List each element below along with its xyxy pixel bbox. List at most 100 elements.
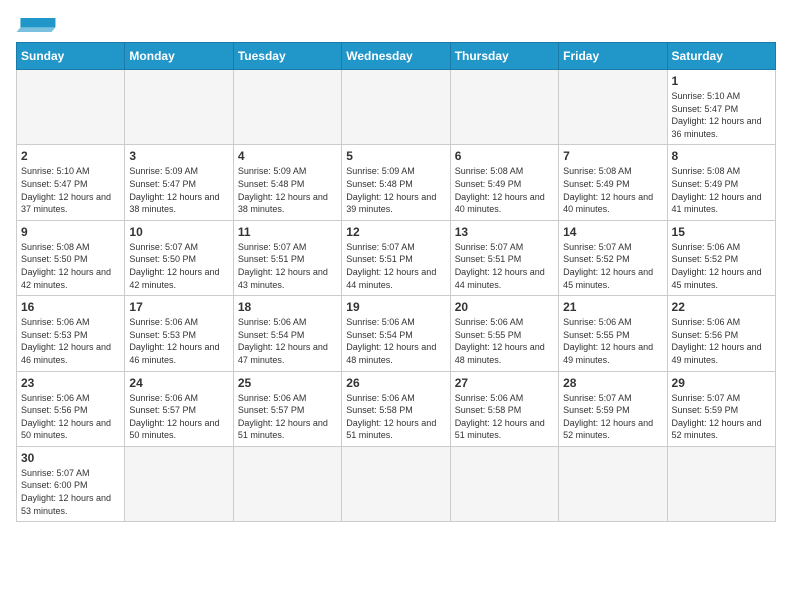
day-info: Sunrise: 5:06 AMSunset: 5:58 PMDaylight:…: [346, 392, 445, 442]
day-info: Sunrise: 5:06 AMSunset: 5:55 PMDaylight:…: [455, 316, 554, 366]
day-number: 9: [21, 225, 120, 239]
day-info: Sunrise: 5:06 AMSunset: 5:55 PMDaylight:…: [563, 316, 662, 366]
weekday-header: Wednesday: [342, 43, 450, 70]
day-info: Sunrise: 5:08 AMSunset: 5:49 PMDaylight:…: [672, 165, 771, 215]
day-number: 14: [563, 225, 662, 239]
day-number: 15: [672, 225, 771, 239]
day-number: 24: [129, 376, 228, 390]
weekday-header: Thursday: [450, 43, 558, 70]
day-number: 17: [129, 300, 228, 314]
calendar-cell: 10 Sunrise: 5:07 AMSunset: 5:50 PMDayligh…: [125, 220, 233, 295]
day-number: 6: [455, 149, 554, 163]
day-number: 21: [563, 300, 662, 314]
day-info: Sunrise: 5:07 AMSunset: 5:51 PMDaylight:…: [455, 241, 554, 291]
calendar-cell: 8 Sunrise: 5:08 AMSunset: 5:49 PMDaylight…: [667, 145, 775, 220]
day-info: Sunrise: 5:09 AMSunset: 5:48 PMDaylight:…: [238, 165, 337, 215]
day-number: 8: [672, 149, 771, 163]
calendar-cell: 26 Sunrise: 5:06 AMSunset: 5:58 PMDayligh…: [342, 371, 450, 446]
calendar-cell: 21 Sunrise: 5:06 AMSunset: 5:55 PMDayligh…: [559, 296, 667, 371]
calendar-cell: 27 Sunrise: 5:06 AMSunset: 5:58 PMDayligh…: [450, 371, 558, 446]
calendar-cell: 24 Sunrise: 5:06 AMSunset: 5:57 PMDayligh…: [125, 371, 233, 446]
day-info: Sunrise: 5:09 AMSunset: 5:48 PMDaylight:…: [346, 165, 445, 215]
day-number: 11: [238, 225, 337, 239]
calendar-cell: [667, 446, 775, 521]
day-info: Sunrise: 5:07 AMSunset: 5:59 PMDaylight:…: [672, 392, 771, 442]
calendar-cell: [125, 70, 233, 145]
calendar-cell: 5 Sunrise: 5:09 AMSunset: 5:48 PMDaylight…: [342, 145, 450, 220]
day-number: 23: [21, 376, 120, 390]
calendar-cell: [233, 70, 341, 145]
weekday-header: Friday: [559, 43, 667, 70]
day-info: Sunrise: 5:06 AMSunset: 5:56 PMDaylight:…: [672, 316, 771, 366]
calendar-row: 16Sunrise: 5:06 AMSunset: 5:53 PMDayligh…: [17, 296, 776, 371]
calendar-cell: 30 Sunrise: 5:07 AMSunset: 6:00 PMDayligh…: [17, 446, 125, 521]
day-info: Sunrise: 5:08 AMSunset: 5:49 PMDaylight:…: [455, 165, 554, 215]
day-number: 18: [238, 300, 337, 314]
day-number: 13: [455, 225, 554, 239]
calendar-cell: [450, 70, 558, 145]
calendar-cell: 25 Sunrise: 5:06 AMSunset: 5:57 PMDayligh…: [233, 371, 341, 446]
day-number: 25: [238, 376, 337, 390]
calendar-row: 1Sunrise: 5:10 AMSunset: 5:47 PMDaylight…: [17, 70, 776, 145]
calendar-cell: 2 Sunrise: 5:10 AMSunset: 5:47 PMDaylight…: [17, 145, 125, 220]
calendar-cell: [17, 70, 125, 145]
calendar-cell: 22 Sunrise: 5:06 AMSunset: 5:56 PMDayligh…: [667, 296, 775, 371]
weekday-header: Tuesday: [233, 43, 341, 70]
calendar-cell: 15 Sunrise: 5:06 AMSunset: 5:52 PMDayligh…: [667, 220, 775, 295]
day-info: Sunrise: 5:06 AMSunset: 5:54 PMDaylight:…: [238, 316, 337, 366]
day-info: Sunrise: 5:06 AMSunset: 5:54 PMDaylight:…: [346, 316, 445, 366]
day-number: 22: [672, 300, 771, 314]
day-number: 7: [563, 149, 662, 163]
calendar-cell: [342, 446, 450, 521]
day-info: Sunrise: 5:10 AMSunset: 5:47 PMDaylight:…: [21, 165, 120, 215]
page-header: [16, 16, 776, 32]
calendar-row: 2 Sunrise: 5:10 AMSunset: 5:47 PMDaylight…: [17, 145, 776, 220]
day-info: Sunrise: 5:07 AMSunset: 5:59 PMDaylight:…: [563, 392, 662, 442]
calendar-row: 23Sunrise: 5:06 AMSunset: 5:56 PMDayligh…: [17, 371, 776, 446]
day-number: 30: [21, 451, 120, 465]
calendar-cell: 29 Sunrise: 5:07 AMSunset: 5:59 PMDayligh…: [667, 371, 775, 446]
calendar-cell: 20 Sunrise: 5:06 AMSunset: 5:55 PMDayligh…: [450, 296, 558, 371]
calendar-cell: 1Sunrise: 5:10 AMSunset: 5:47 PMDaylight…: [667, 70, 775, 145]
day-info: Sunrise: 5:07 AMSunset: 6:00 PMDaylight:…: [21, 467, 120, 517]
day-info: Sunrise: 5:06 AMSunset: 5:52 PMDaylight:…: [672, 241, 771, 291]
logo: [16, 16, 56, 32]
day-number: 4: [238, 149, 337, 163]
day-info: Sunrise: 5:06 AMSunset: 5:53 PMDaylight:…: [21, 316, 120, 366]
calendar-cell: [233, 446, 341, 521]
calendar-cell: 6 Sunrise: 5:08 AMSunset: 5:49 PMDaylight…: [450, 145, 558, 220]
calendar-cell: 9Sunrise: 5:08 AMSunset: 5:50 PMDaylight…: [17, 220, 125, 295]
day-info: Sunrise: 5:06 AMSunset: 5:57 PMDaylight:…: [129, 392, 228, 442]
weekday-header: Monday: [125, 43, 233, 70]
calendar-cell: 16Sunrise: 5:06 AMSunset: 5:53 PMDayligh…: [17, 296, 125, 371]
day-number: 5: [346, 149, 445, 163]
day-number: 29: [672, 376, 771, 390]
day-number: 3: [129, 149, 228, 163]
logo-icon: [16, 18, 56, 32]
calendar-cell: [559, 446, 667, 521]
calendar-row: 9Sunrise: 5:08 AMSunset: 5:50 PMDaylight…: [17, 220, 776, 295]
day-number: 27: [455, 376, 554, 390]
day-info: Sunrise: 5:06 AMSunset: 5:57 PMDaylight:…: [238, 392, 337, 442]
calendar-cell: [450, 446, 558, 521]
day-number: 26: [346, 376, 445, 390]
day-number: 19: [346, 300, 445, 314]
day-info: Sunrise: 5:07 AMSunset: 5:52 PMDaylight:…: [563, 241, 662, 291]
calendar-cell: [342, 70, 450, 145]
day-info: Sunrise: 5:06 AMSunset: 5:58 PMDaylight:…: [455, 392, 554, 442]
day-info: Sunrise: 5:07 AMSunset: 5:50 PMDaylight:…: [129, 241, 228, 291]
day-number: 28: [563, 376, 662, 390]
calendar-cell: 12Sunrise: 5:07 AMSunset: 5:51 PMDayligh…: [342, 220, 450, 295]
weekday-header: Saturday: [667, 43, 775, 70]
calendar-cell: 17Sunrise: 5:06 AMSunset: 5:53 PMDayligh…: [125, 296, 233, 371]
calendar-row: 30 Sunrise: 5:07 AMSunset: 6:00 PMDayligh…: [17, 446, 776, 521]
calendar-cell: 11Sunrise: 5:07 AMSunset: 5:51 PMDayligh…: [233, 220, 341, 295]
day-info: Sunrise: 5:07 AMSunset: 5:51 PMDaylight:…: [346, 241, 445, 291]
weekday-header: Sunday: [17, 43, 125, 70]
day-info: Sunrise: 5:09 AMSunset: 5:47 PMDaylight:…: [129, 165, 228, 215]
day-number: 2: [21, 149, 120, 163]
day-number: 20: [455, 300, 554, 314]
calendar-cell: 13 Sunrise: 5:07 AMSunset: 5:51 PMDayligh…: [450, 220, 558, 295]
day-number: 10: [129, 225, 228, 239]
calendar-cell: 28 Sunrise: 5:07 AMSunset: 5:59 PMDayligh…: [559, 371, 667, 446]
